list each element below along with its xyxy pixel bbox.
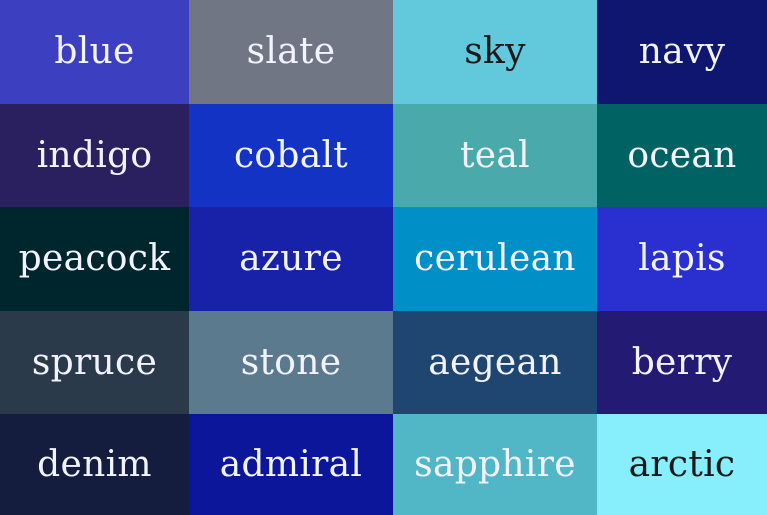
swatch-label: aegean [428, 341, 562, 383]
swatch-berry: berry [597, 311, 767, 414]
swatch-cerulean: cerulean [393, 207, 597, 311]
swatch-peacock: peacock [0, 207, 189, 311]
swatch-arctic: arctic [597, 414, 767, 515]
swatch-label: navy [638, 31, 726, 72]
swatch-label: berry [631, 341, 733, 383]
swatch-spruce: spruce [0, 311, 189, 414]
swatch-denim: denim [0, 414, 189, 515]
swatch-blue: blue [0, 0, 189, 104]
swatch-label: azure [239, 238, 343, 279]
swatch-label: denim [37, 443, 152, 485]
swatch-label: indigo [36, 134, 153, 176]
swatch-label: ocean [627, 134, 737, 176]
swatch-label: cobalt [233, 134, 349, 176]
swatch-label: sky [464, 31, 526, 72]
swatch-stone: stone [189, 311, 393, 414]
swatch-teal: teal [393, 104, 597, 207]
swatch-label: stone [240, 341, 342, 383]
swatch-slate: slate [189, 0, 393, 104]
swatch-ocean: ocean [597, 104, 767, 207]
swatch-label: spruce [31, 341, 158, 383]
color-swatch-grid: blue slate sky navy indigo cobalt teal o… [0, 0, 767, 515]
swatch-indigo: indigo [0, 104, 189, 207]
swatch-label: cerulean [414, 238, 576, 279]
swatch-label: lapis [638, 238, 726, 279]
swatch-sapphire: sapphire [393, 414, 597, 515]
swatch-label: admiral [219, 443, 363, 485]
swatch-label: teal [460, 134, 530, 176]
swatch-label: arctic [628, 443, 736, 485]
swatch-admiral: admiral [189, 414, 393, 515]
swatch-aegean: aegean [393, 311, 597, 414]
swatch-sky: sky [393, 0, 597, 104]
swatch-azure: azure [189, 207, 393, 311]
swatch-label: slate [246, 31, 336, 72]
swatch-label: blue [54, 31, 135, 72]
swatch-label: sapphire [414, 443, 576, 485]
swatch-lapis: lapis [597, 207, 767, 311]
swatch-label: peacock [18, 238, 171, 279]
swatch-cobalt: cobalt [189, 104, 393, 207]
swatch-navy: navy [597, 0, 767, 104]
